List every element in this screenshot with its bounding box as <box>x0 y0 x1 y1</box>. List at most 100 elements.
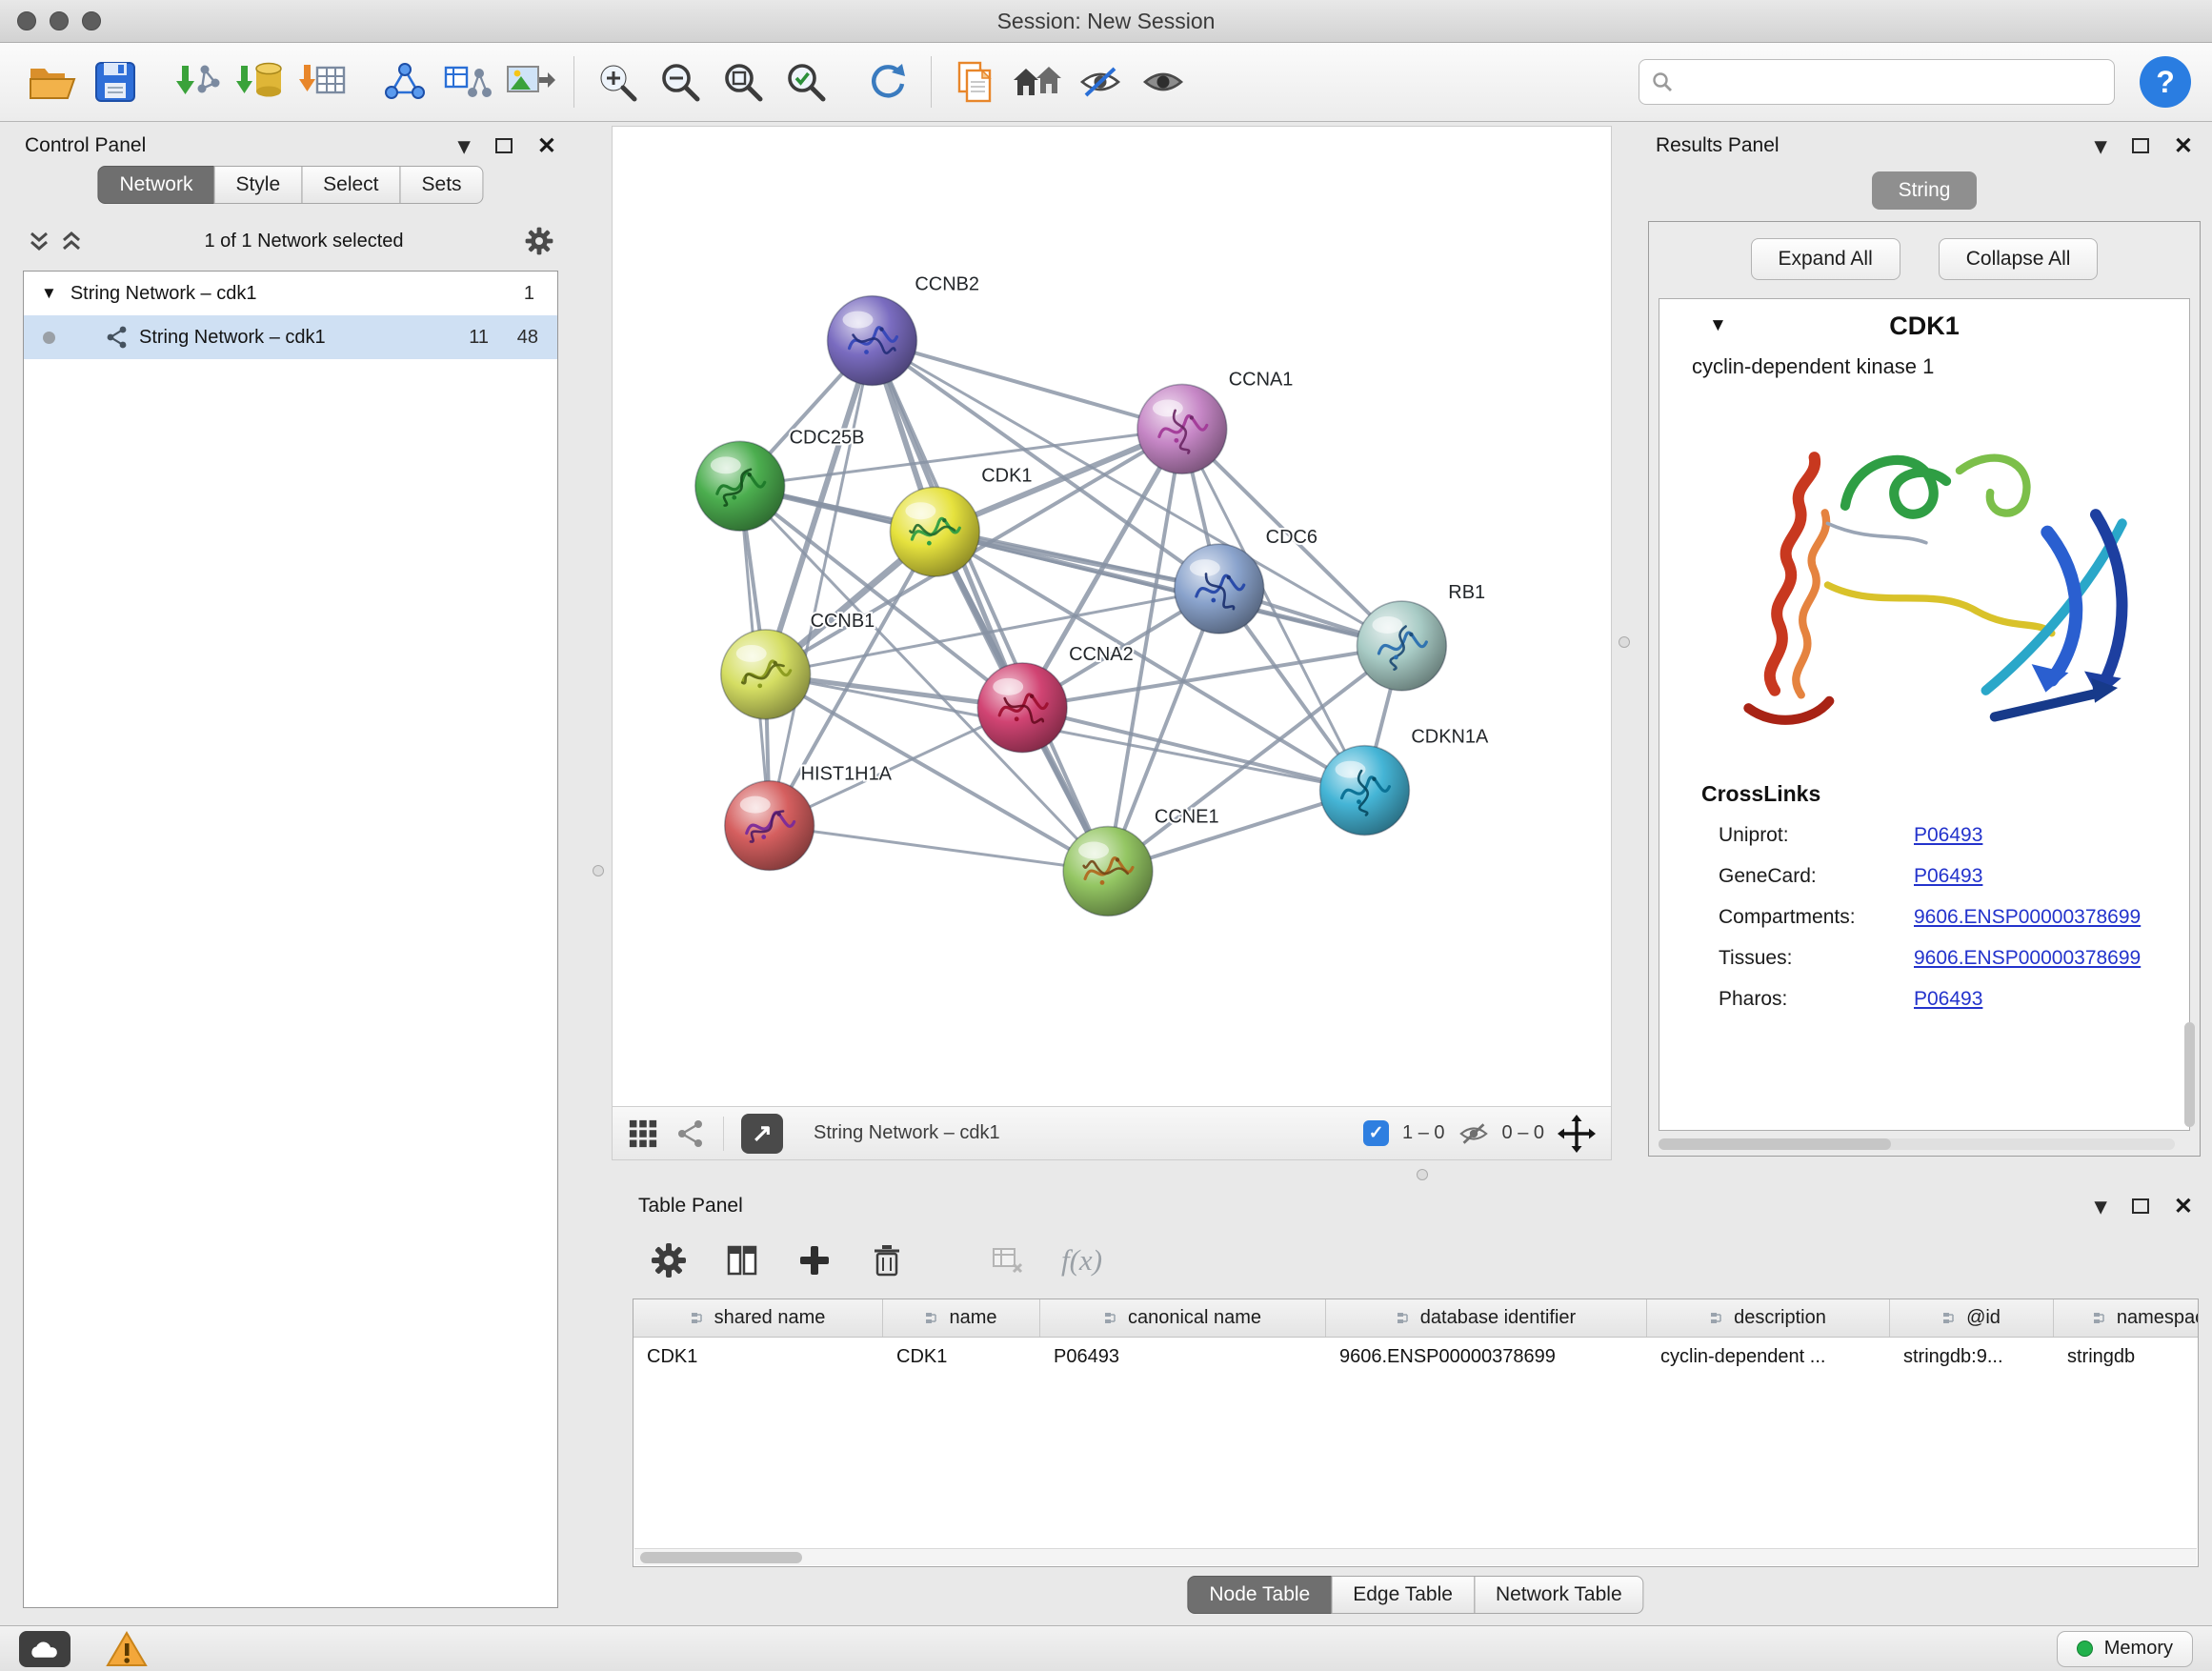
hide-selected-button[interactable] <box>1069 50 1132 113</box>
refresh-layout-button[interactable] <box>856 50 919 113</box>
network-from-table-button[interactable] <box>436 50 499 113</box>
network-node-CDK1[interactable] <box>890 487 979 576</box>
close-panel-icon[interactable]: ✕ <box>2174 132 2193 160</box>
network-collection-row[interactable]: ▼ String Network – cdk1 1 <box>24 272 557 315</box>
column-header-database-identifier[interactable]: database identifier <box>1326 1299 1647 1337</box>
help-button[interactable]: ? <box>2140 56 2191 108</box>
birdseye-grid-icon[interactable] <box>628 1118 658 1149</box>
window-close-button[interactable] <box>17 11 36 30</box>
table-tab-node-table[interactable]: Node Table <box>1187 1576 1332 1614</box>
tab-sets[interactable]: Sets <box>400 166 484 204</box>
column-header--id[interactable]: @id <box>1890 1299 2054 1337</box>
network-edge[interactable] <box>872 341 1108 872</box>
table-tab-edge-table[interactable]: Edge Table <box>1331 1576 1475 1614</box>
network-edge[interactable] <box>770 826 1108 872</box>
zoom-out-button[interactable] <box>649 50 712 113</box>
warning-button[interactable] <box>103 1630 151 1668</box>
network-node-CDKN1A[interactable] <box>1320 746 1410 836</box>
pan-move-icon[interactable] <box>1558 1115 1596 1153</box>
new-network-button[interactable] <box>373 50 436 113</box>
table-horizontal-scrollbar[interactable] <box>634 1548 2197 1565</box>
tab-network[interactable]: Network <box>97 166 214 204</box>
network-canvas[interactable]: CCNB2CCNA1CDC25BCDK1CDC6RB1CCNB1CCNA2CDK… <box>613 127 1611 1106</box>
selected-checkbox-icon[interactable]: ✓ <box>1363 1120 1389 1146</box>
search-input[interactable] <box>1681 71 2102 93</box>
float-panel-icon[interactable] <box>2132 138 2149 153</box>
panel-menu-icon[interactable]: ▾ <box>2094 136 2107 155</box>
crosslink-link[interactable]: P06493 <box>1914 865 2189 888</box>
float-panel-icon[interactable] <box>2132 1198 2149 1214</box>
zoom-fit-button[interactable] <box>712 50 774 113</box>
panel-menu-icon[interactable]: ▾ <box>2094 1197 2107 1216</box>
zoom-in-button[interactable] <box>586 50 649 113</box>
network-node-CDC25B[interactable] <box>695 441 785 531</box>
network-node-HIST1H1A[interactable] <box>725 781 814 871</box>
search-box[interactable] <box>1639 59 2115 105</box>
import-network-file-button[interactable] <box>166 50 229 113</box>
collapse-all-button[interactable]: Collapse All <box>1939 238 2099 280</box>
network-node-CCNB2[interactable] <box>828 296 917 386</box>
show-columns-icon[interactable] <box>724 1242 760 1278</box>
results-vertical-scrollbar[interactable] <box>2184 1022 2195 1127</box>
import-network-database-button[interactable] <box>229 50 292 113</box>
import-table-button[interactable] <box>292 50 354 113</box>
gear-icon[interactable] <box>650 1241 688 1279</box>
column-header-shared-name[interactable]: shared name <box>633 1299 883 1337</box>
table-cell[interactable]: P06493 <box>1040 1346 1326 1368</box>
collapse-all-tree-icon[interactable] <box>59 229 84 253</box>
close-panel-icon[interactable]: ✕ <box>2174 1193 2193 1220</box>
tab-string[interactable]: String <box>1872 171 1978 210</box>
table-cell[interactable]: stringdb <box>2054 1346 2199 1368</box>
table-cell[interactable]: CDK1 <box>633 1346 883 1368</box>
splitter-handle[interactable] <box>593 865 604 876</box>
tab-style[interactable]: Style <box>213 166 302 204</box>
gear-icon[interactable] <box>524 226 554 256</box>
zoom-selected-button[interactable] <box>774 50 837 113</box>
splitter-handle[interactable] <box>1417 1169 1428 1180</box>
network-node-CCNB1[interactable] <box>721 630 811 719</box>
table-cell[interactable]: stringdb:9... <box>1890 1346 2054 1368</box>
expand-all-tree-icon[interactable] <box>27 229 51 253</box>
panel-menu-icon[interactable]: ▾ <box>457 136 471 155</box>
float-panel-icon[interactable] <box>495 138 513 153</box>
open-in-new-window-button[interactable]: ↗ <box>741 1114 783 1154</box>
results-horizontal-scrollbar[interactable] <box>1659 1138 2175 1150</box>
table-cell[interactable]: cyclin-dependent ... <box>1647 1346 1890 1368</box>
crosslink-link[interactable]: P06493 <box>1914 824 2189 847</box>
delete-column-icon[interactable] <box>869 1242 905 1278</box>
tab-select[interactable]: Select <box>301 166 400 204</box>
network-node-CDC6[interactable] <box>1175 544 1264 634</box>
memory-button[interactable]: Memory <box>2057 1631 2193 1667</box>
copy-document-button[interactable] <box>943 50 1006 113</box>
string-network-graph[interactable]: CCNB2CCNA1CDC25BCDK1CDC6RB1CCNB1CCNA2CDK… <box>613 127 1611 1106</box>
network-edge[interactable] <box>872 341 1181 430</box>
splitter-handle[interactable] <box>1619 636 1630 648</box>
crosslink-link[interactable]: 9606.ENSP00000378699 <box>1914 906 2189 929</box>
network-edge[interactable] <box>770 341 873 826</box>
close-panel-icon[interactable]: ✕ <box>537 132 556 160</box>
export-image-button[interactable] <box>499 50 562 113</box>
network-node-RB1[interactable] <box>1357 601 1446 691</box>
table-cell[interactable]: CDK1 <box>883 1346 1040 1368</box>
collapse-section-icon[interactable]: ▼ <box>1709 315 1727 336</box>
column-header-description[interactable]: description <box>1647 1299 1890 1337</box>
expand-all-button[interactable]: Expand All <box>1751 238 1900 280</box>
table-tab-network-table[interactable]: Network Table <box>1474 1576 1644 1614</box>
add-column-icon[interactable] <box>796 1242 833 1278</box>
network-node-CCNA2[interactable] <box>977 663 1067 753</box>
save-session-button[interactable] <box>84 50 147 113</box>
column-header-canonical-name[interactable]: canonical name <box>1040 1299 1326 1337</box>
window-minimize-button[interactable] <box>50 11 69 30</box>
tree-caret-icon[interactable]: ▼ <box>41 284 57 303</box>
column-header-name[interactable]: name <box>883 1299 1040 1337</box>
cloud-button[interactable] <box>19 1631 70 1667</box>
table-cell[interactable]: 9606.ENSP00000378699 <box>1326 1346 1647 1368</box>
table-row[interactable]: CDK1CDK1P064939606.ENSP00000378699cyclin… <box>633 1338 2198 1376</box>
window-zoom-button[interactable] <box>82 11 101 30</box>
scrollbar-thumb[interactable] <box>640 1552 802 1563</box>
show-all-button[interactable] <box>1132 50 1195 113</box>
crosslink-link[interactable]: P06493 <box>1914 988 2189 1011</box>
home-networks-button[interactable] <box>1006 50 1069 113</box>
network-node-CCNA1[interactable] <box>1137 384 1227 473</box>
network-row-selected[interactable]: String Network – cdk1 11 48 <box>24 315 557 359</box>
